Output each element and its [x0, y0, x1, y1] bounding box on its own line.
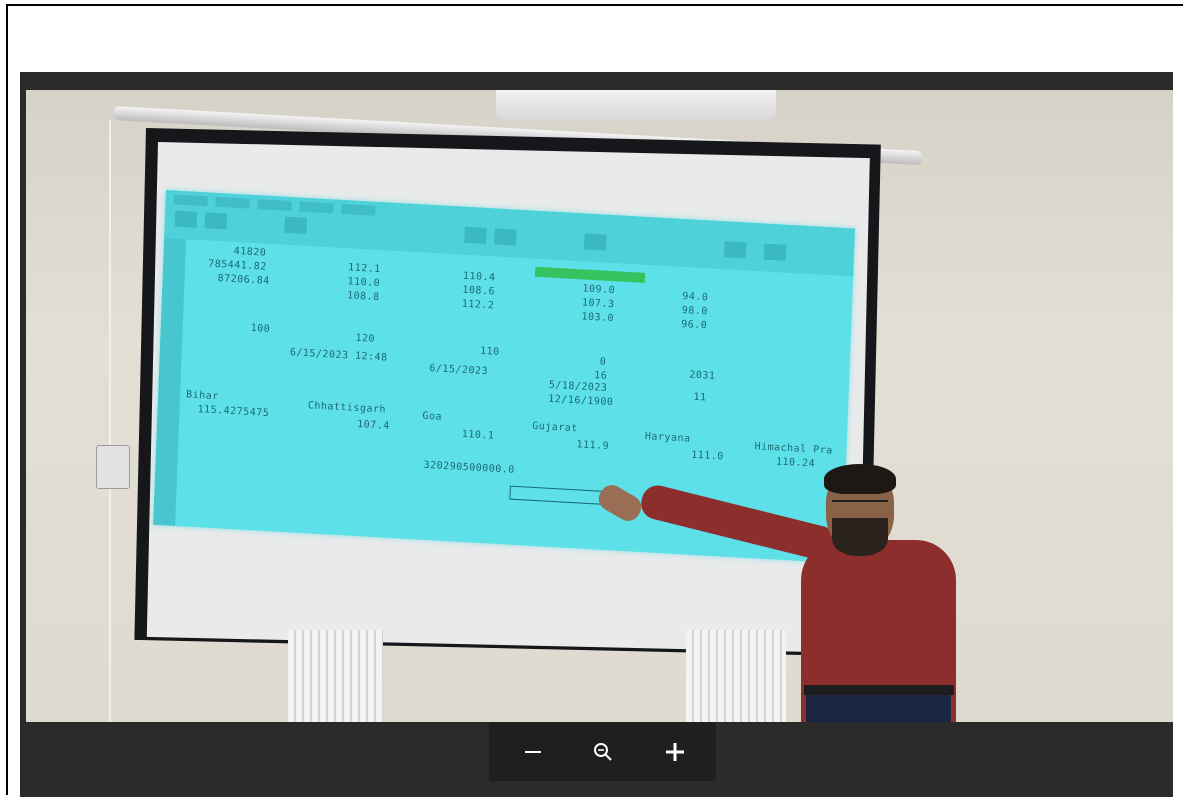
cell: 108.6 — [462, 284, 496, 298]
presenter — [594, 464, 996, 722]
cell: 96.0 — [681, 318, 708, 332]
zoom-toolbar — [489, 722, 716, 781]
presenter-belt — [804, 685, 954, 695]
active-cell-box — [509, 485, 602, 505]
air-conditioner — [496, 90, 776, 120]
cell: Haryana — [644, 431, 691, 445]
cell: 87206.84 — [217, 273, 270, 287]
presenter-hair — [824, 464, 896, 494]
cell: Bihar — [185, 389, 219, 403]
cell: Goa — [422, 410, 443, 423]
cell: 110.24 — [775, 456, 816, 470]
image-viewer: 41820 785441.82 87206.84 112.1 110.0 108… — [20, 72, 1173, 797]
cell: 110.4 — [462, 270, 496, 284]
magnifier-icon — [594, 743, 612, 761]
cell: 112.1 — [347, 262, 381, 276]
selected-cell-highlight — [534, 266, 646, 283]
presenter-trousers — [806, 695, 951, 722]
cell: 2031 — [689, 369, 716, 382]
cell: 110 — [479, 345, 500, 358]
cell: 6/15/2023 12:48 — [289, 347, 388, 364]
cell: 112.2 — [461, 298, 495, 312]
cell: 12/16/1900 — [548, 393, 614, 409]
classroom-photo: 41820 785441.82 87206.84 112.1 110.0 108… — [26, 90, 1173, 722]
cell: 785441.82 — [207, 258, 268, 273]
zoom-in-button[interactable] — [655, 732, 695, 772]
cell: 41820 — [233, 245, 267, 259]
cell: 107.4 — [356, 419, 390, 432]
cell: 0 — [599, 356, 607, 368]
cell: 16 — [593, 370, 608, 382]
cell: 120 — [355, 332, 376, 345]
cell: 103.0 — [581, 311, 615, 325]
radiator — [288, 630, 383, 722]
presenter-beard — [832, 518, 888, 556]
cell: 6/15/2023 — [429, 362, 489, 378]
presenter-glasses — [832, 500, 888, 512]
zoom-reset-button[interactable] — [583, 732, 623, 772]
cell: Gujarat — [531, 420, 579, 435]
plus-icon — [666, 743, 684, 761]
wall-wire — [109, 120, 111, 722]
cell: 109.0 — [582, 283, 616, 297]
cell: Himachal Pra — [754, 441, 833, 457]
minus-icon — [525, 751, 541, 753]
cell: 320290500000.0 — [423, 459, 516, 476]
cell: 107.3 — [581, 297, 615, 311]
cell: 110.1 — [461, 428, 495, 442]
cell: 108.8 — [346, 290, 380, 304]
cell: 98.0 — [681, 304, 709, 318]
zoom-out-button[interactable] — [513, 732, 553, 772]
cell: 110.0 — [347, 276, 381, 290]
viewer-top-bar — [20, 72, 1173, 90]
cell: 115.4275475 — [197, 404, 270, 420]
cell: 111.0 — [690, 449, 724, 463]
cell: 94.0 — [682, 290, 709, 304]
cell: 11 — [693, 391, 707, 404]
cell: 100 — [250, 322, 271, 336]
cell: 5/18/2023 — [548, 379, 608, 394]
cell: Chhattisgarh — [307, 400, 387, 416]
cell: 111.9 — [576, 439, 610, 453]
wall-switch — [96, 445, 130, 489]
